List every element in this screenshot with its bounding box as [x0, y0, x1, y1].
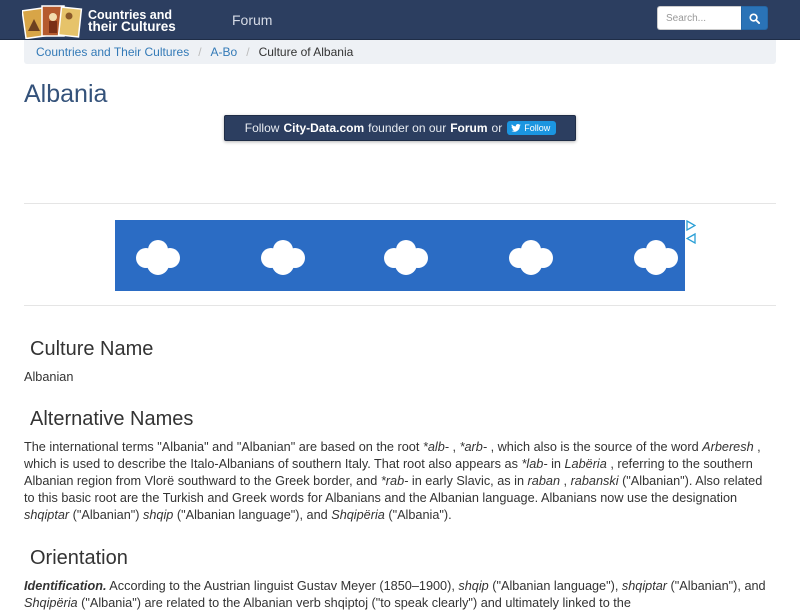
top-navbar: Countries and their Cultures Forum	[0, 0, 800, 40]
text-run: in early Slavic, as in	[408, 474, 528, 488]
breadcrumb-current: Culture of Albania	[258, 45, 354, 59]
search-icon	[749, 12, 760, 24]
advertisement-banner[interactable]	[115, 220, 685, 291]
section-heading-culture-name: Culture Name	[30, 338, 154, 360]
follow-or-text: or	[491, 121, 503, 135]
italic-term: shqip	[458, 579, 489, 593]
alternative-names-paragraph: The international terms "Albania" and "A…	[24, 439, 776, 524]
text-run: According to the Austrian linguist Gusta…	[106, 579, 459, 593]
follow-mid-text: founder on our	[368, 121, 447, 135]
search-button[interactable]	[741, 6, 768, 30]
italic-term: shqiptar	[24, 508, 70, 522]
italic-term: raban	[527, 474, 560, 488]
page-title: Albania	[24, 80, 108, 108]
text-run: ,	[448, 440, 460, 454]
text-run: in	[547, 457, 565, 471]
site-logo-text[interactable]: Countries and their Cultures	[88, 9, 176, 34]
logo-line2: their Cultures	[88, 19, 176, 34]
cloud-icon	[261, 240, 305, 275]
italic-term: Labëria	[564, 457, 607, 471]
ad-choices-icon[interactable]	[686, 220, 696, 244]
nav-forum-link[interactable]: Forum	[232, 12, 272, 28]
breadcrumb-separator: /	[198, 45, 202, 59]
text-run: ,	[560, 474, 571, 488]
italic-term: Shqipëria	[331, 508, 385, 522]
culture-name-text: Albanian	[24, 370, 74, 384]
twitter-follow-label: Follow	[524, 123, 551, 133]
italic-term: Arberesh	[702, 440, 754, 454]
forum-link[interactable]: Forum	[450, 121, 487, 135]
divider	[24, 203, 776, 204]
breadcrumb-a-bo-link[interactable]: A-Bo	[211, 45, 238, 59]
italic-term: *alb-	[422, 440, 449, 454]
text-run: ("Albania").	[384, 508, 452, 522]
text-run: ("Albanian language"),	[488, 579, 622, 593]
italic-term: *lab-	[521, 457, 548, 471]
section-heading-alternative-names: Alternative Names	[30, 408, 194, 430]
breadcrumb: Countries and Their Cultures / A-Bo / Cu…	[24, 40, 776, 64]
italic-term: *rab-	[380, 474, 409, 488]
italic-term: rabanski	[570, 474, 619, 488]
cloud-icon	[509, 240, 553, 275]
follow-banner: Follow City-Data.com founder on our Foru…	[224, 115, 576, 141]
italic-term: *arb-	[459, 440, 488, 454]
breadcrumb-countries-link[interactable]: Countries and Their Cultures	[36, 45, 189, 59]
identification-label: Identification.	[24, 579, 107, 593]
divider	[24, 305, 776, 306]
italic-term: shqip	[143, 508, 174, 522]
orientation-paragraph: Identification. According to the Austria…	[24, 578, 776, 612]
text-run: ("Albanian language"), and	[173, 508, 332, 522]
italic-term: Shqipëria	[24, 596, 78, 610]
section-heading-orientation: Orientation	[30, 547, 128, 569]
site-logo-icon[interactable]	[22, 3, 86, 39]
breadcrumb-separator: /	[246, 45, 250, 59]
twitter-follow-button[interactable]: Follow	[507, 121, 557, 135]
search-input[interactable]	[657, 6, 741, 30]
italic-term: shqiptar	[621, 579, 668, 593]
text-run: ("Albanian"), and	[667, 579, 766, 593]
cloud-icon	[136, 240, 180, 275]
text-run: The international terms "Albania" and "A…	[24, 440, 423, 454]
city-data-link[interactable]: City-Data.com	[283, 121, 364, 135]
text-run: , which also is the source of the word	[487, 440, 703, 454]
cloud-icon	[384, 240, 428, 275]
cloud-icon	[634, 240, 678, 275]
twitter-bird-icon	[511, 124, 522, 132]
follow-text: Follow	[244, 121, 280, 135]
text-run: ("Albania") are related to the Albanian …	[77, 596, 631, 610]
text-run: ("Albanian")	[69, 508, 144, 522]
